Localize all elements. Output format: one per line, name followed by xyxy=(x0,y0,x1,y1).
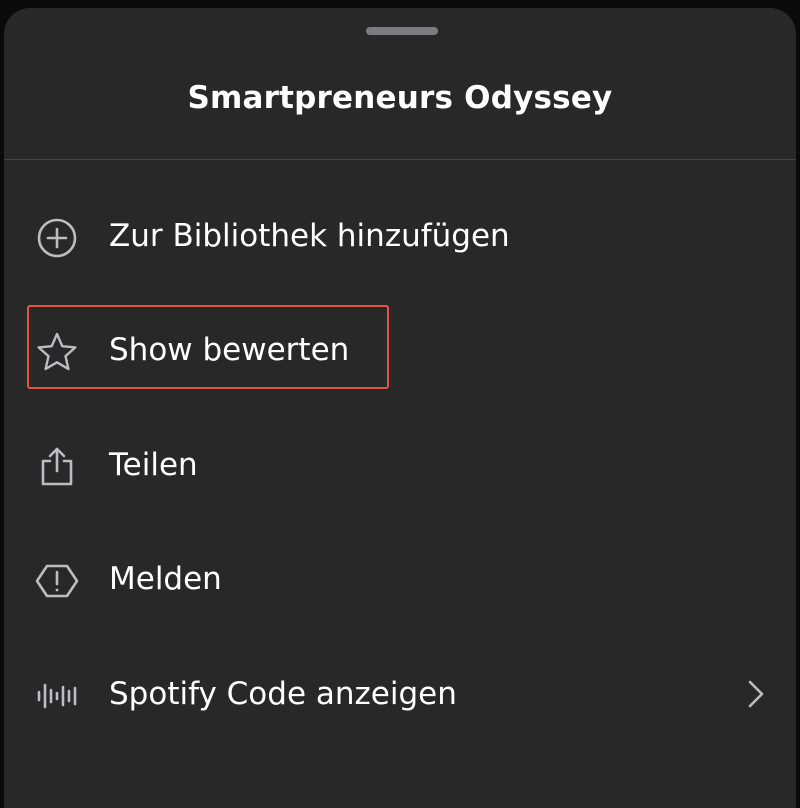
chevron-right-icon xyxy=(738,677,772,711)
divider xyxy=(4,159,796,160)
selection-highlight xyxy=(27,305,389,389)
menu-item-report[interactable]: Melden xyxy=(28,540,772,620)
plus-circle-icon xyxy=(34,215,80,261)
menu-item-label: Zur Bibliothek hinzufügen xyxy=(109,218,510,254)
report-icon xyxy=(34,558,80,604)
menu-item-spotify-code[interactable]: Spotify Code anzeigen xyxy=(28,655,772,735)
sheet-title: Smartpreneurs Odyssey xyxy=(187,80,613,116)
drag-handle[interactable] xyxy=(366,27,438,35)
menu-item-share[interactable]: Teilen xyxy=(28,426,772,506)
menu-item-label: Melden xyxy=(109,561,222,597)
menu-item-add-to-library[interactable]: Zur Bibliothek hinzufügen xyxy=(28,197,772,277)
bottom-sheet: Smartpreneurs Odyssey Zur Bibliothek hin… xyxy=(4,8,796,808)
menu-item-label: Teilen xyxy=(109,447,198,483)
menu-item-label: Spotify Code anzeigen xyxy=(109,676,457,712)
share-icon xyxy=(34,444,80,490)
spotify-code-icon xyxy=(34,673,80,719)
